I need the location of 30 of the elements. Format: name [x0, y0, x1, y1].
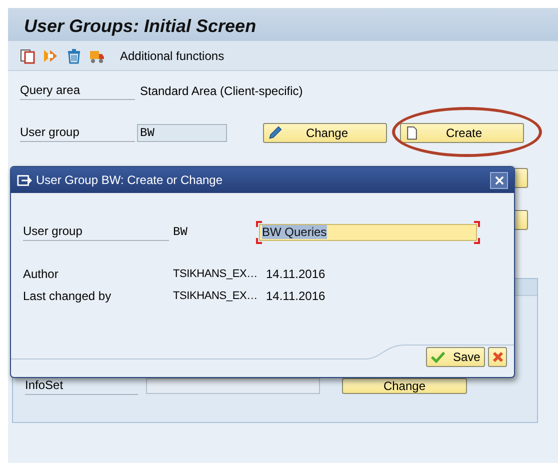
pencil-icon: [268, 126, 282, 140]
close-button[interactable]: [490, 172, 508, 188]
document-icon: [405, 126, 419, 140]
dialog-icon: [17, 172, 32, 188]
field-label: Query area: [20, 82, 135, 100]
change-date: 14.11.2016: [266, 267, 326, 281]
change-button[interactable]: Change: [342, 378, 467, 394]
dialog-title: User Group BW: Create or Change: [36, 173, 224, 187]
field-value: Standard Area (Client-specific): [140, 84, 303, 98]
user-group-code: BW: [173, 225, 188, 239]
user-name: TSIKHANS_EX…: [173, 290, 258, 302]
additional-functions-button[interactable]: Additional functions: [120, 48, 224, 62]
user-name: TSIKHANS_EX…: [173, 268, 258, 280]
user-group-input[interactable]: BW: [137, 124, 227, 142]
cancel-button[interactable]: [488, 347, 507, 367]
save-button[interactable]: Save: [426, 347, 485, 367]
change-date: 14.11.2016: [266, 289, 326, 303]
info-label: Last changed by: [23, 289, 112, 303]
infoset-input[interactable]: [146, 378, 320, 394]
trash-icon[interactable]: [66, 48, 82, 64]
info-label: Author: [23, 267, 60, 281]
cancel-icon: [492, 351, 504, 363]
screen-title: User Groups: Initial Screen: [24, 16, 256, 37]
checkmark-icon: [431, 350, 445, 364]
field-label: User group: [23, 223, 169, 241]
copy-icon[interactable]: [20, 48, 36, 64]
field-label: User group: [20, 124, 135, 142]
close-icon: [494, 176, 504, 184]
action-button[interactable]: Change: [263, 123, 387, 143]
action-button[interactable]: Create: [400, 123, 524, 143]
